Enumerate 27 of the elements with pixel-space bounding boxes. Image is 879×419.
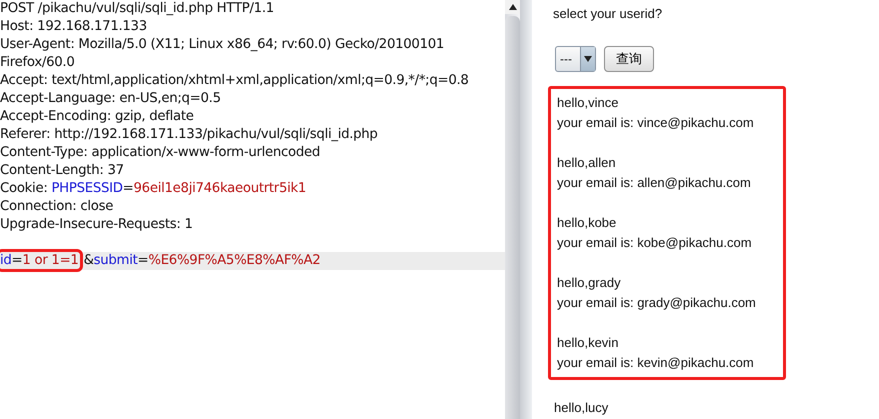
prompt-text: select your userid?: [553, 5, 664, 23]
request-line: User-Agent: Mozilla/5.0 (X11; Linux x86_64; rv:60.0) Gecko/20100101: [0, 36, 446, 54]
request-line: Accept-Language: en-US,en;q=0.5: [0, 90, 222, 108]
email-text: your email is: grady@pikachu.com: [557, 294, 757, 312]
greeting-text: hello,vince: [557, 94, 620, 112]
greeting-text: hello,kobe: [557, 214, 618, 232]
email-text: your email is: kevin@pikachu.com: [557, 354, 755, 372]
request-line: Cookie: PHPSESSID=96eil1e8ji746kaeoutrtr5ik1: [0, 180, 308, 198]
query-button[interactable]: 查询: [604, 46, 654, 72]
request-line: Host: 192.168.171.133: [0, 18, 148, 36]
request-line: Content-Type: application/x-www-form-urlencoded: [0, 144, 322, 162]
request-line: Accept: text/html,application/xhtml+xml,application/xml;q=0.9,*/*;q=0.8: [0, 72, 470, 90]
greeting-text: hello,kevin: [557, 334, 620, 352]
request-line: Accept-Encoding: gzip, deflate: [0, 108, 195, 126]
greeting-text: hello,grady: [557, 274, 622, 292]
greeting-text: hello,lucy: [554, 399, 610, 417]
email-text: your email is: vince@pikachu.com: [557, 114, 755, 132]
request-line: Firefox/60.0: [0, 54, 76, 72]
request-line: Referer: http://192.168.171.133/pikachu/vul/sqli/sqli_id.php: [0, 126, 379, 144]
request-line: Upgrade-Insecure-Requests: 1: [0, 216, 194, 234]
email-text: your email is: kobe@pikachu.com: [557, 234, 753, 252]
request-line: POST /pikachu/vul/sqli/sqli_id.php HTTP/1.1: [0, 0, 275, 18]
request-line: Content-Length: 37: [0, 162, 125, 180]
userid-select[interactable]: ---: [555, 46, 596, 72]
request-line: Connection: close: [0, 198, 114, 216]
greeting-text: hello,allen: [557, 154, 617, 172]
email-text: your email is: allen@pikachu.com: [557, 174, 752, 192]
